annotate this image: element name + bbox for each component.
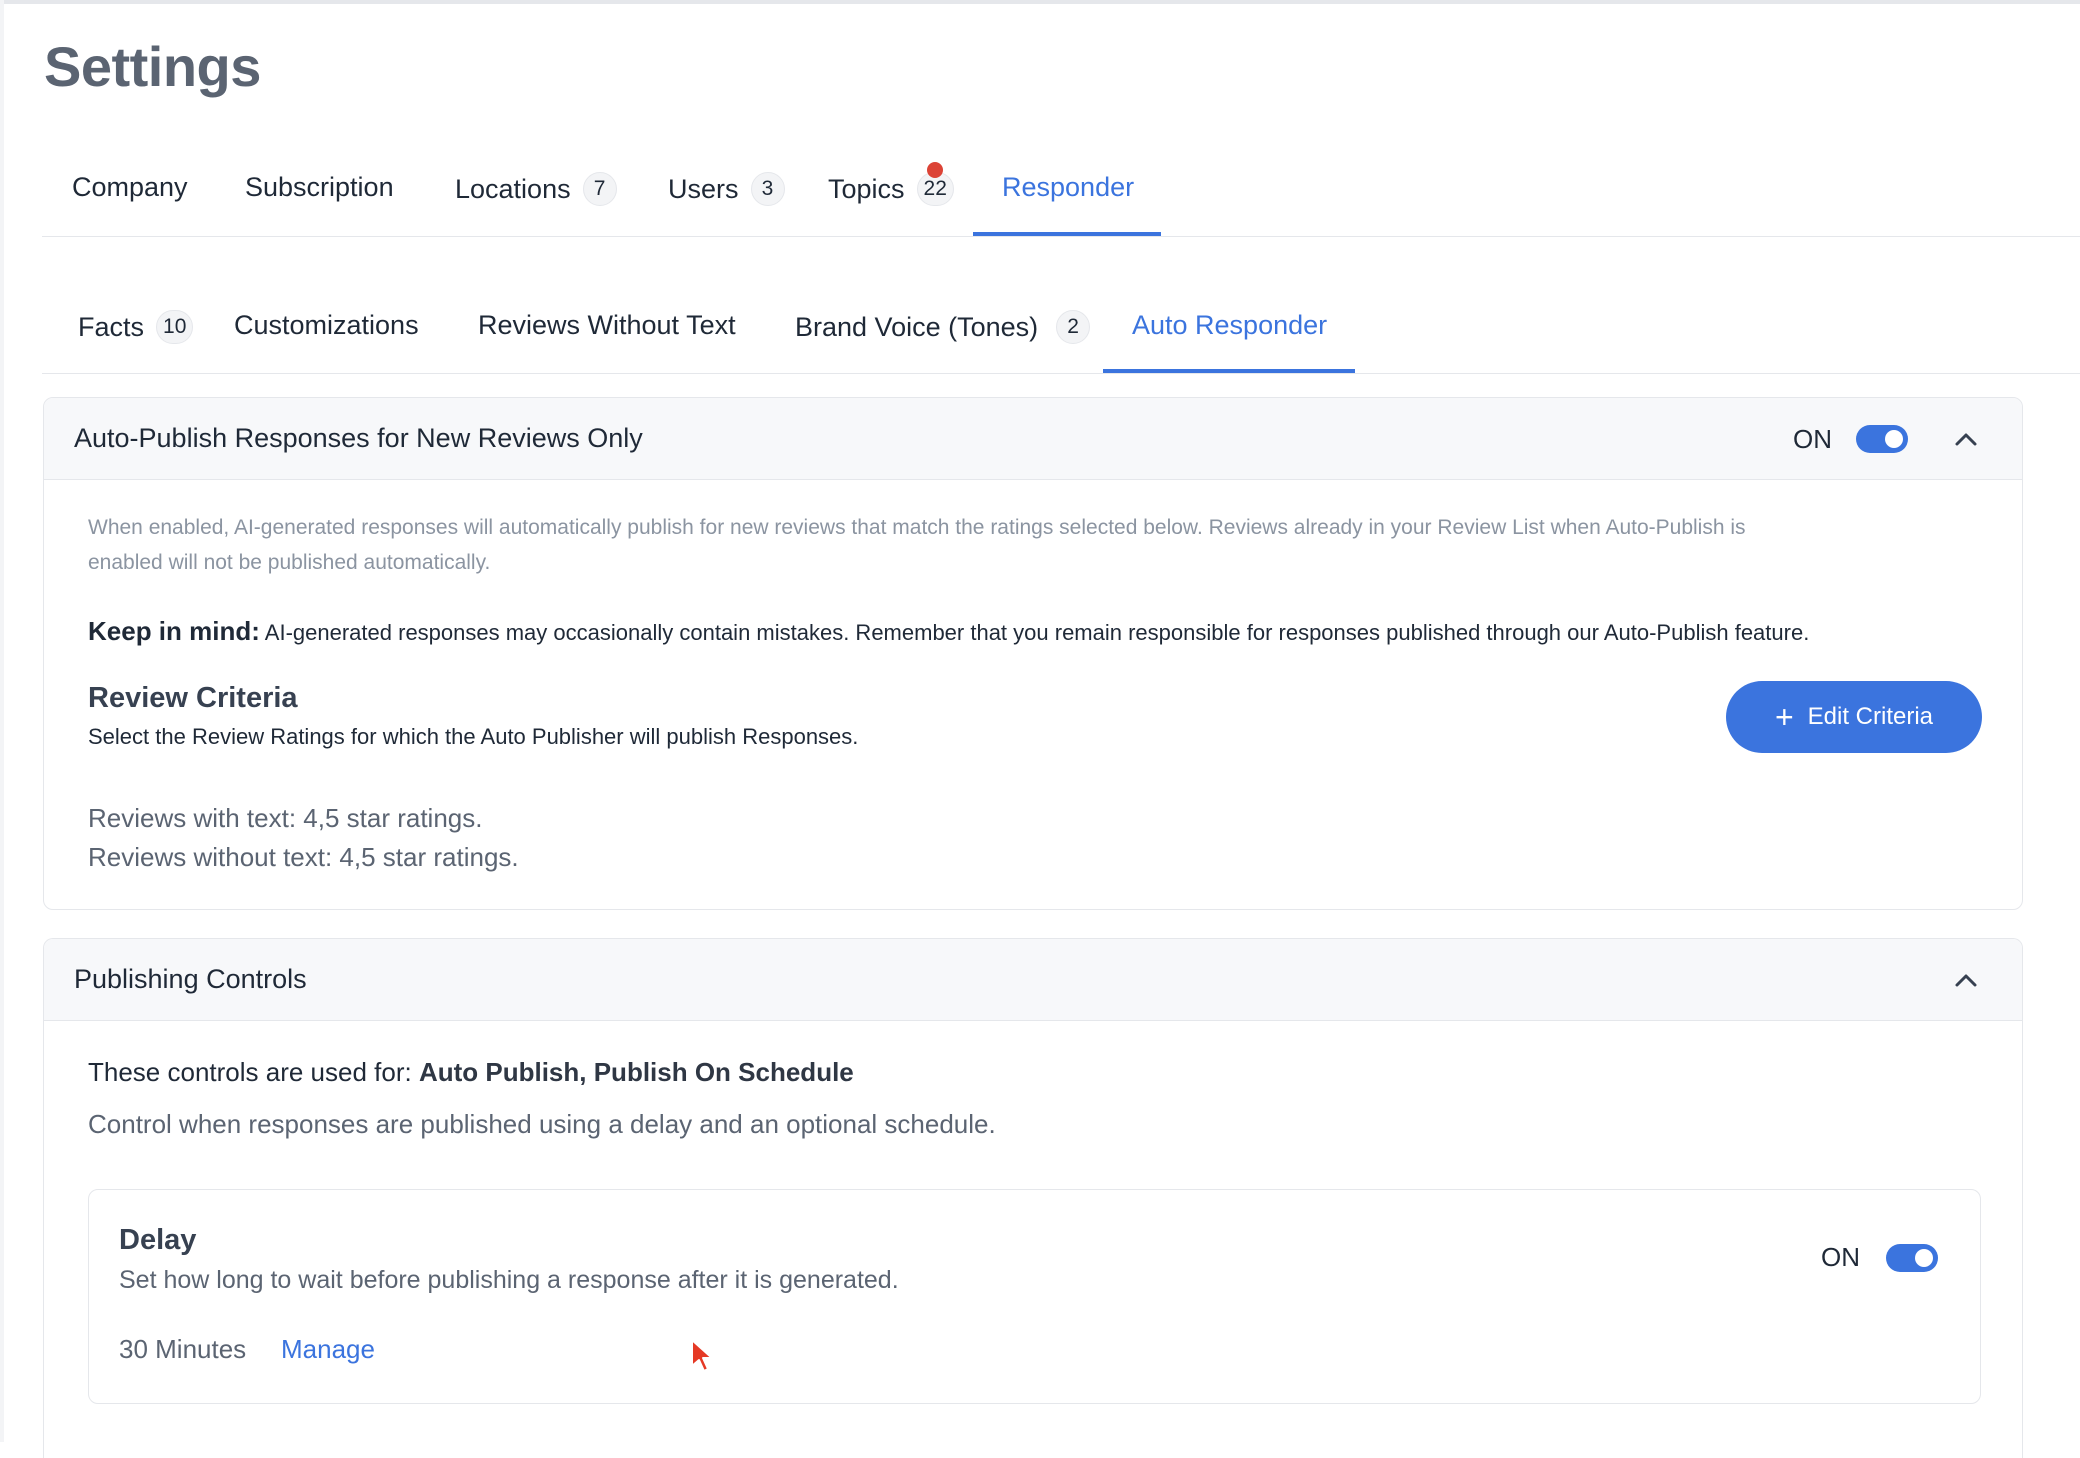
publishing-controls-panel: Publishing Controls These controls are u… — [43, 938, 2023, 1458]
manage-delay-link[interactable]: Manage — [281, 1334, 375, 1365]
main-tab-divider — [42, 236, 2080, 237]
plus-icon: + — [1774, 699, 1794, 735]
left-edge — [0, 0, 4, 1442]
used-for-note: These controls are used for: Auto Publis… — [88, 1057, 854, 1088]
active-tab-indicator — [973, 232, 1161, 236]
review-criteria-title: Review Criteria — [88, 682, 298, 714]
panel-title: Publishing Controls — [74, 964, 307, 994]
tab-topics[interactable]: Topics 22 — [828, 162, 954, 206]
auto-publish-description-2: enabled will not be published automatica… — [88, 551, 491, 574]
delay-title: Delay — [119, 1224, 197, 1256]
mouse-cursor-icon — [690, 1338, 716, 1379]
count-badge: 7 — [582, 172, 617, 206]
delay-toggle[interactable] — [1886, 1243, 1938, 1272]
edit-criteria-label: Edit Criteria — [1807, 703, 1934, 730]
tab-subscription[interactable]: Subscription — [245, 172, 394, 203]
toggle-knob — [1915, 1248, 1933, 1267]
subtab-customizations[interactable]: Customizations — [234, 310, 419, 341]
count-badge: 3 — [750, 172, 785, 206]
auto-publish-panel: Auto-Publish Responses for New Reviews O… — [43, 397, 2023, 910]
edit-criteria-button[interactable]: + Edit Criteria — [1726, 681, 1982, 753]
delay-card: Delay Set how long to wait before publis… — [88, 1189, 1981, 1404]
keep-in-mind-label: Keep in mind: — [88, 616, 260, 646]
criteria-with-text: Reviews with text: 4,5 star ratings. — [88, 803, 483, 833]
auto-publish-header: Auto-Publish Responses for New Reviews O… — [44, 398, 2022, 480]
count-badge: 10 — [156, 310, 194, 344]
publishing-controls-header: Publishing Controls — [44, 939, 2022, 1021]
panel-title: Auto-Publish Responses for New Reviews O… — [74, 423, 643, 453]
keep-in-mind-text: AI-generated responses may occasionally … — [259, 620, 1810, 645]
publishing-controls-description: Control when responses are published usi… — [88, 1109, 996, 1139]
tab-locations[interactable]: Locations 7 — [455, 172, 617, 206]
tab-users[interactable]: Users 3 — [668, 172, 785, 206]
chevron-up-icon[interactable] — [1946, 419, 1986, 459]
tab-company[interactable]: Company — [72, 172, 188, 203]
auto-publish-toggle[interactable] — [1856, 425, 1908, 453]
subtab-facts[interactable]: Facts 10 — [78, 310, 194, 344]
delay-value: 30 Minutes — [119, 1334, 247, 1364]
used-for-value: Auto Publish, Publish On Schedule — [418, 1057, 854, 1087]
criteria-without-text: Reviews without text: 4,5 star ratings. — [88, 842, 519, 872]
top-border — [0, 0, 2080, 4]
toggle-label: ON — [1793, 423, 1832, 454]
active-subtab-indicator — [1103, 369, 1355, 373]
delay-subtitle: Set how long to wait before publishing a… — [119, 1266, 899, 1294]
sub-tab-divider — [42, 373, 2080, 374]
count-badge: 2 — [1056, 310, 1091, 344]
toggle-label: ON — [1821, 1242, 1860, 1272]
review-criteria-subtitle: Select the Review Ratings for which the … — [88, 724, 859, 749]
keep-in-mind-note: Keep in mind: AI-generated responses may… — [88, 616, 1809, 647]
tab-responder[interactable]: Responder — [1002, 172, 1134, 203]
page-title: Settings — [44, 35, 261, 98]
subtab-brand-voice[interactable]: Brand Voice (Tones) 2 — [795, 310, 1091, 344]
chevron-up-icon[interactable] — [1946, 960, 1986, 1000]
toggle-knob — [1885, 430, 1903, 448]
used-for-label: These controls are used for: — [88, 1057, 419, 1087]
subtab-reviews-without-text[interactable]: Reviews Without Text — [478, 310, 736, 341]
notification-dot — [927, 162, 944, 178]
subtab-auto-responder[interactable]: Auto Responder — [1132, 310, 1327, 341]
auto-publish-description-1: When enabled, AI-generated responses wil… — [88, 516, 1746, 539]
